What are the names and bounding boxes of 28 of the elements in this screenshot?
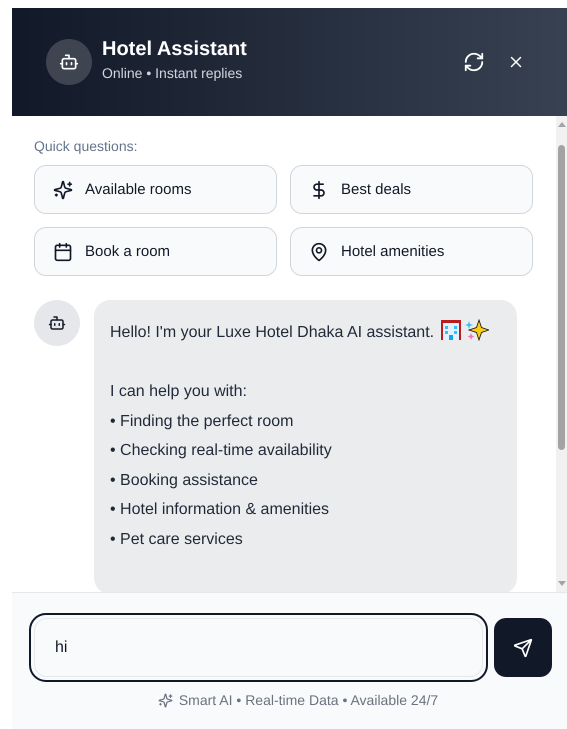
quick-question-button[interactable]: Hotel amenities — [290, 227, 533, 276]
list-item: • Checking real-time availability — [110, 441, 333, 461]
sparkles-icon — [465, 319, 490, 341]
map-pin-icon — [309, 242, 329, 262]
send-button[interactable] — [494, 618, 552, 677]
list-item: • Pet care services — [110, 530, 244, 550]
status-text: Online • Instant replies — [102, 64, 244, 80]
quick-question-button[interactable]: Best deals — [290, 165, 533, 214]
message-text: Hello! I'm your Luxe Hotel Dhaka AI assistant. — [110, 324, 434, 341]
section-label: Quick questions: — [34, 138, 138, 154]
sparkle-icon — [158, 692, 173, 708]
window-title: Hotel Assistant — [102, 38, 248, 60]
robot-icon — [59, 52, 79, 72]
send-icon — [513, 638, 533, 658]
list-item: • Finding the perfect room — [110, 412, 294, 432]
scrollbar[interactable] — [556, 116, 567, 592]
list-item: • Hotel information & amenities — [110, 500, 330, 520]
refresh-icon — [463, 51, 485, 73]
list-item: • Booking assistance — [110, 470, 259, 490]
calendar-icon — [53, 242, 73, 262]
message-text: I can help you with: — [110, 382, 248, 402]
hotel-icon — [440, 319, 462, 341]
quick-question-button[interactable]: Available rooms — [34, 165, 277, 214]
footer-text: Smart AI • Real-time Data • Available 24/7 — [178, 692, 438, 708]
quick-question-button[interactable]: Book a room — [34, 227, 277, 276]
robot-icon — [48, 314, 66, 332]
sparkle-icon — [53, 180, 73, 200]
message-input-field[interactable]: hi — [29, 613, 488, 682]
